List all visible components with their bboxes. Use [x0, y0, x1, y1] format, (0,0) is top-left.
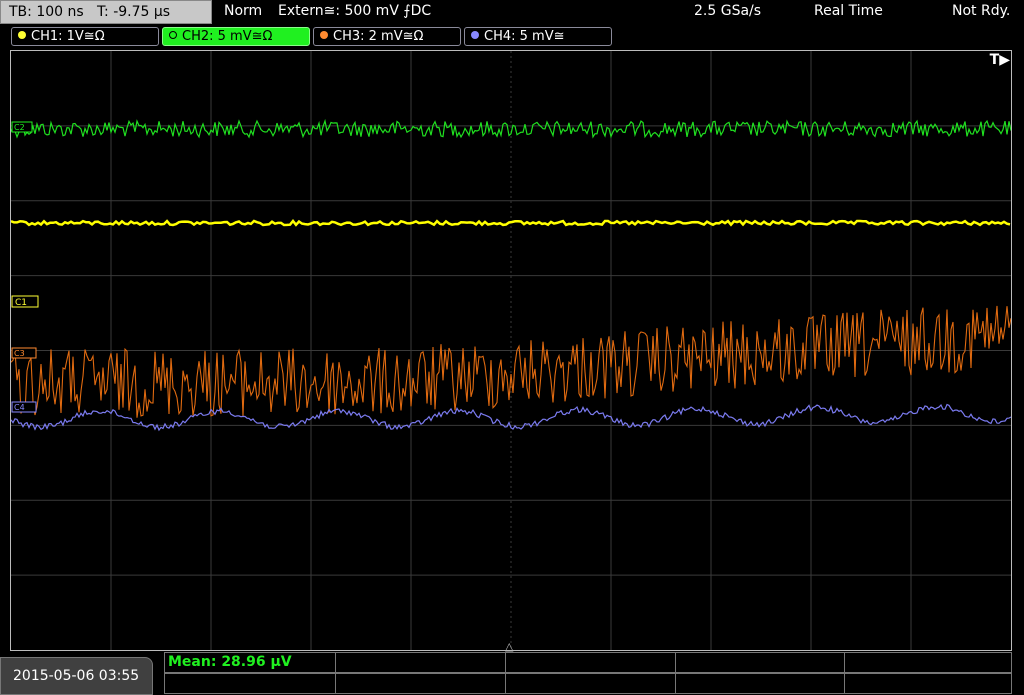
timebase-label: TB: 100 ns: [9, 4, 84, 20]
trigger-position-marker[interactable]: T▶: [990, 52, 1010, 68]
measurement-cell[interactable]: [844, 673, 1012, 694]
measurement-cell[interactable]: [675, 673, 845, 694]
svg-text:C4: C4: [14, 403, 25, 412]
measurement-cell[interactable]: [335, 673, 506, 694]
ch2-dot-icon: [169, 31, 177, 39]
ch3-dot-icon: [320, 31, 328, 39]
ch2-trace: [11, 118, 1011, 139]
measurement-cell[interactable]: [164, 673, 336, 694]
trigger-mode[interactable]: Norm: [224, 3, 262, 19]
ch3-label: CH3: 2 mV≅Ω: [333, 29, 424, 44]
trigger-time-label: T: -9.75 µs: [97, 4, 171, 20]
channel-tab-ch2[interactable]: CH2: 5 mV≅Ω: [162, 27, 310, 46]
measurement-cell[interactable]: [335, 652, 506, 673]
svg-text:C2: C2: [14, 123, 25, 132]
timebase-box[interactable]: TB: 100 ns T: -9.75 µs: [0, 0, 212, 24]
measurement-cell[interactable]: [844, 652, 1012, 673]
sample-rate: 2.5 GSa/s: [694, 3, 762, 19]
ch1-label: CH1: 1V≅Ω: [31, 29, 105, 44]
channel-tab-ch1[interactable]: CH1: 1V≅Ω: [11, 27, 159, 46]
ch2-label: CH2: 5 mV≅Ω: [182, 29, 273, 44]
ch4-dot-icon: [471, 31, 479, 39]
status-bar: TB: 100 ns T: -9.75 µs Norm Extern≅: 500…: [0, 0, 1024, 26]
svg-text:C1: C1: [15, 298, 27, 308]
ch1-marker[interactable]: C1: [11, 295, 39, 308]
mean-measurement: Mean: 28.96 µV: [168, 654, 292, 670]
trigger-source[interactable]: Extern≅: 500 mV ⨍DC: [278, 3, 431, 19]
measurement-cell[interactable]: [505, 652, 676, 673]
waveform-display[interactable]: C1 C2 C3 C4: [10, 50, 1012, 651]
waveform-grid: C1 C2 C3 C4: [11, 51, 1011, 650]
ch4-label: CH4: 5 mV≅: [484, 29, 565, 44]
ch1-dot-icon: [18, 31, 26, 39]
svg-text:C3: C3: [14, 349, 25, 358]
datetime-display: 2015-05-06 03:55: [0, 657, 153, 695]
channel-tabs: CH1: 1V≅Ω CH2: 5 mV≅Ω CH3: 2 mV≅Ω CH4: 5…: [0, 26, 1024, 48]
ch1-trace: [11, 218, 1011, 227]
acquisition-mode: Real Time: [814, 3, 883, 19]
acquisition-status: Not Rdy.: [952, 3, 1011, 19]
ch2-marker[interactable]: C2: [11, 121, 33, 133]
channel-tab-ch4[interactable]: CH4: 5 mV≅: [464, 27, 612, 46]
channel-tab-ch3[interactable]: CH3: 2 mV≅Ω: [313, 27, 461, 46]
ch3-marker[interactable]: C3: [11, 347, 37, 359]
measurement-cell[interactable]: [675, 652, 845, 673]
measurement-cell[interactable]: [505, 673, 676, 694]
ch4-marker[interactable]: C4: [11, 401, 37, 413]
